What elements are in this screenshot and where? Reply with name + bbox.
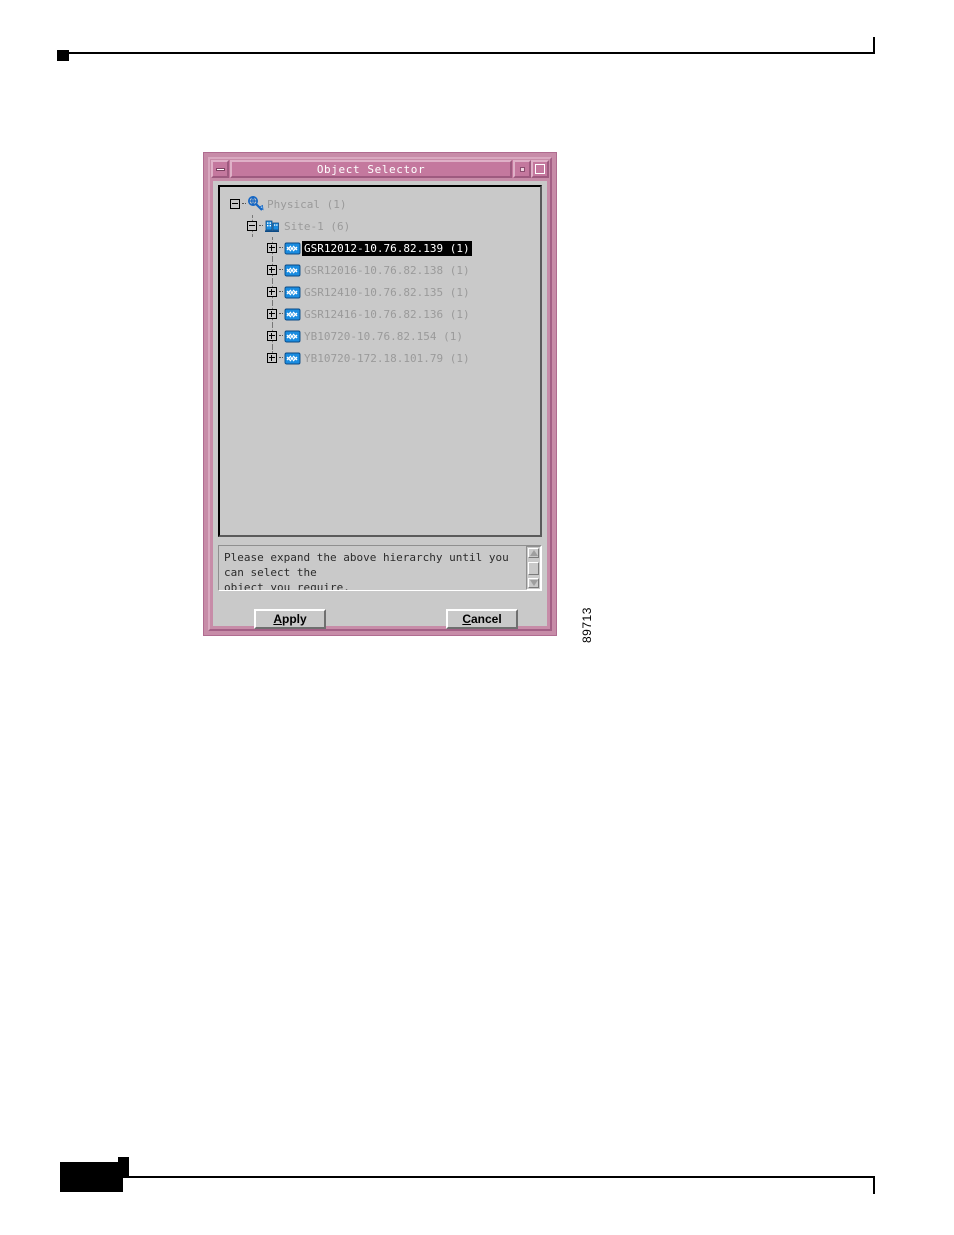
tree-node-device[interactable]: GSR12016-10.76.82.138 (1) (226, 259, 540, 281)
tree-connector (259, 225, 263, 227)
tree-node-device[interactable]: GSR12410-10.76.82.135 (1) (226, 281, 540, 303)
tree-node-device[interactable]: GSR12416-10.76.82.136 (1) (226, 303, 540, 325)
router-icon (284, 242, 301, 254)
maximize-button[interactable] (531, 160, 549, 178)
apply-button-label: pply (282, 612, 307, 626)
tree-node-device[interactable]: YB10720-10.76.82.154 (1) (226, 325, 540, 347)
expander-expand-icon[interactable] (267, 265, 277, 275)
router-icon (284, 264, 301, 276)
tree-node-label: YB10720-10.76.82.154 (1) (304, 329, 463, 343)
expander-expand-icon[interactable] (267, 309, 277, 319)
tree-connector (279, 291, 283, 293)
restore-button[interactable] (513, 160, 531, 178)
page-footer-rule (60, 1176, 875, 1178)
tree-connector (279, 335, 283, 337)
instruction-scrollbar[interactable] (526, 546, 541, 590)
expander-expand-icon[interactable] (267, 287, 277, 297)
instruction-line-2: object you require. (224, 581, 350, 590)
router-icon (284, 286, 301, 298)
tree-node-label: GSR12012-10.76.82.139 (1) (302, 240, 472, 256)
instruction-panel: Please expand the above hierarchy until … (218, 545, 542, 591)
maximize-icon (535, 164, 545, 174)
tree-node-physical[interactable]: Physical (1) (226, 193, 540, 215)
expander-expand-icon[interactable] (267, 243, 277, 253)
tree-node-label: GSR12416-10.76.82.136 (1) (304, 307, 470, 321)
window-title-label: Object Selector (316, 162, 426, 176)
page-footer-block (60, 1162, 123, 1192)
dialog-button-bar: Apply Cancel (213, 591, 547, 629)
scroll-up-icon[interactable] (528, 548, 539, 558)
tree-node-label: GSR12410-10.76.82.135 (1) (304, 285, 470, 299)
router-icon (284, 308, 301, 320)
expander-expand-icon[interactable] (267, 331, 277, 341)
cancel-button[interactable]: Cancel (446, 609, 518, 629)
page-header-tick (873, 37, 875, 54)
network-globe-icon (248, 195, 264, 211)
tree-node-device[interactable]: YB10720-172.18.101.79 (1) (226, 347, 540, 369)
tree-node-label: YB10720-172.18.101.79 (1) (304, 351, 470, 365)
title-bar[interactable]: Object Selector (211, 160, 549, 178)
figure-id-label: 89713 (580, 607, 594, 643)
object-tree-panel[interactable]: Physical (1) Site-1 (6) GSR12012-10.76.8… (218, 185, 542, 537)
instruction-line-1: Please expand the above hierarchy until … (224, 551, 509, 579)
router-icon (284, 330, 301, 342)
cancel-button-label: ancel (470, 612, 502, 626)
page-header-rule (60, 52, 875, 54)
scroll-down-icon[interactable] (528, 578, 539, 588)
apply-button[interactable]: Apply (254, 609, 326, 629)
cancel-button-mnemonic: C (462, 612, 471, 626)
expander-collapse-icon[interactable] (247, 221, 257, 231)
expander-collapse-icon[interactable] (230, 199, 240, 209)
tree-node-device[interactable]: GSR12012-10.76.82.139 (1) (226, 237, 540, 259)
apply-button-mnemonic: A (273, 612, 282, 626)
object-tree: Physical (1) Site-1 (6) GSR12012-10.76.8… (220, 187, 540, 535)
minimize-button[interactable] (211, 160, 229, 178)
site-building-icon (265, 220, 279, 232)
tree-node-label: Physical (1) (267, 197, 347, 211)
instruction-text: Please expand the above hierarchy until … (219, 546, 526, 590)
tree-node-site-1[interactable]: Site-1 (6) (226, 215, 540, 237)
object-selector-window: Object Selector Physical (1) Site-1 (6) … (203, 152, 557, 636)
expander-expand-icon[interactable] (267, 353, 277, 363)
tree-node-label: Site-1 (6) (284, 219, 351, 233)
page-footer-tick (873, 1177, 875, 1194)
tree-connector (279, 247, 283, 249)
tree-connector (279, 313, 283, 315)
tree-node-label: GSR12016-10.76.82.138 (1) (304, 263, 470, 277)
minimize-icon (215, 167, 225, 171)
restore-icon (519, 166, 525, 172)
tree-connector (279, 357, 283, 359)
tree-connector (279, 269, 283, 271)
dialog-client-area: Physical (1) Site-1 (6) GSR12012-10.76.8… (213, 181, 547, 629)
figure-id: 89713 (566, 589, 594, 645)
router-icon (284, 352, 301, 364)
scrollbar-thumb[interactable] (528, 561, 539, 575)
tree-connector (242, 203, 246, 205)
window-inner-frame: Object Selector Physical (1) Site-1 (6) … (208, 157, 552, 631)
window-title: Object Selector (230, 160, 512, 178)
